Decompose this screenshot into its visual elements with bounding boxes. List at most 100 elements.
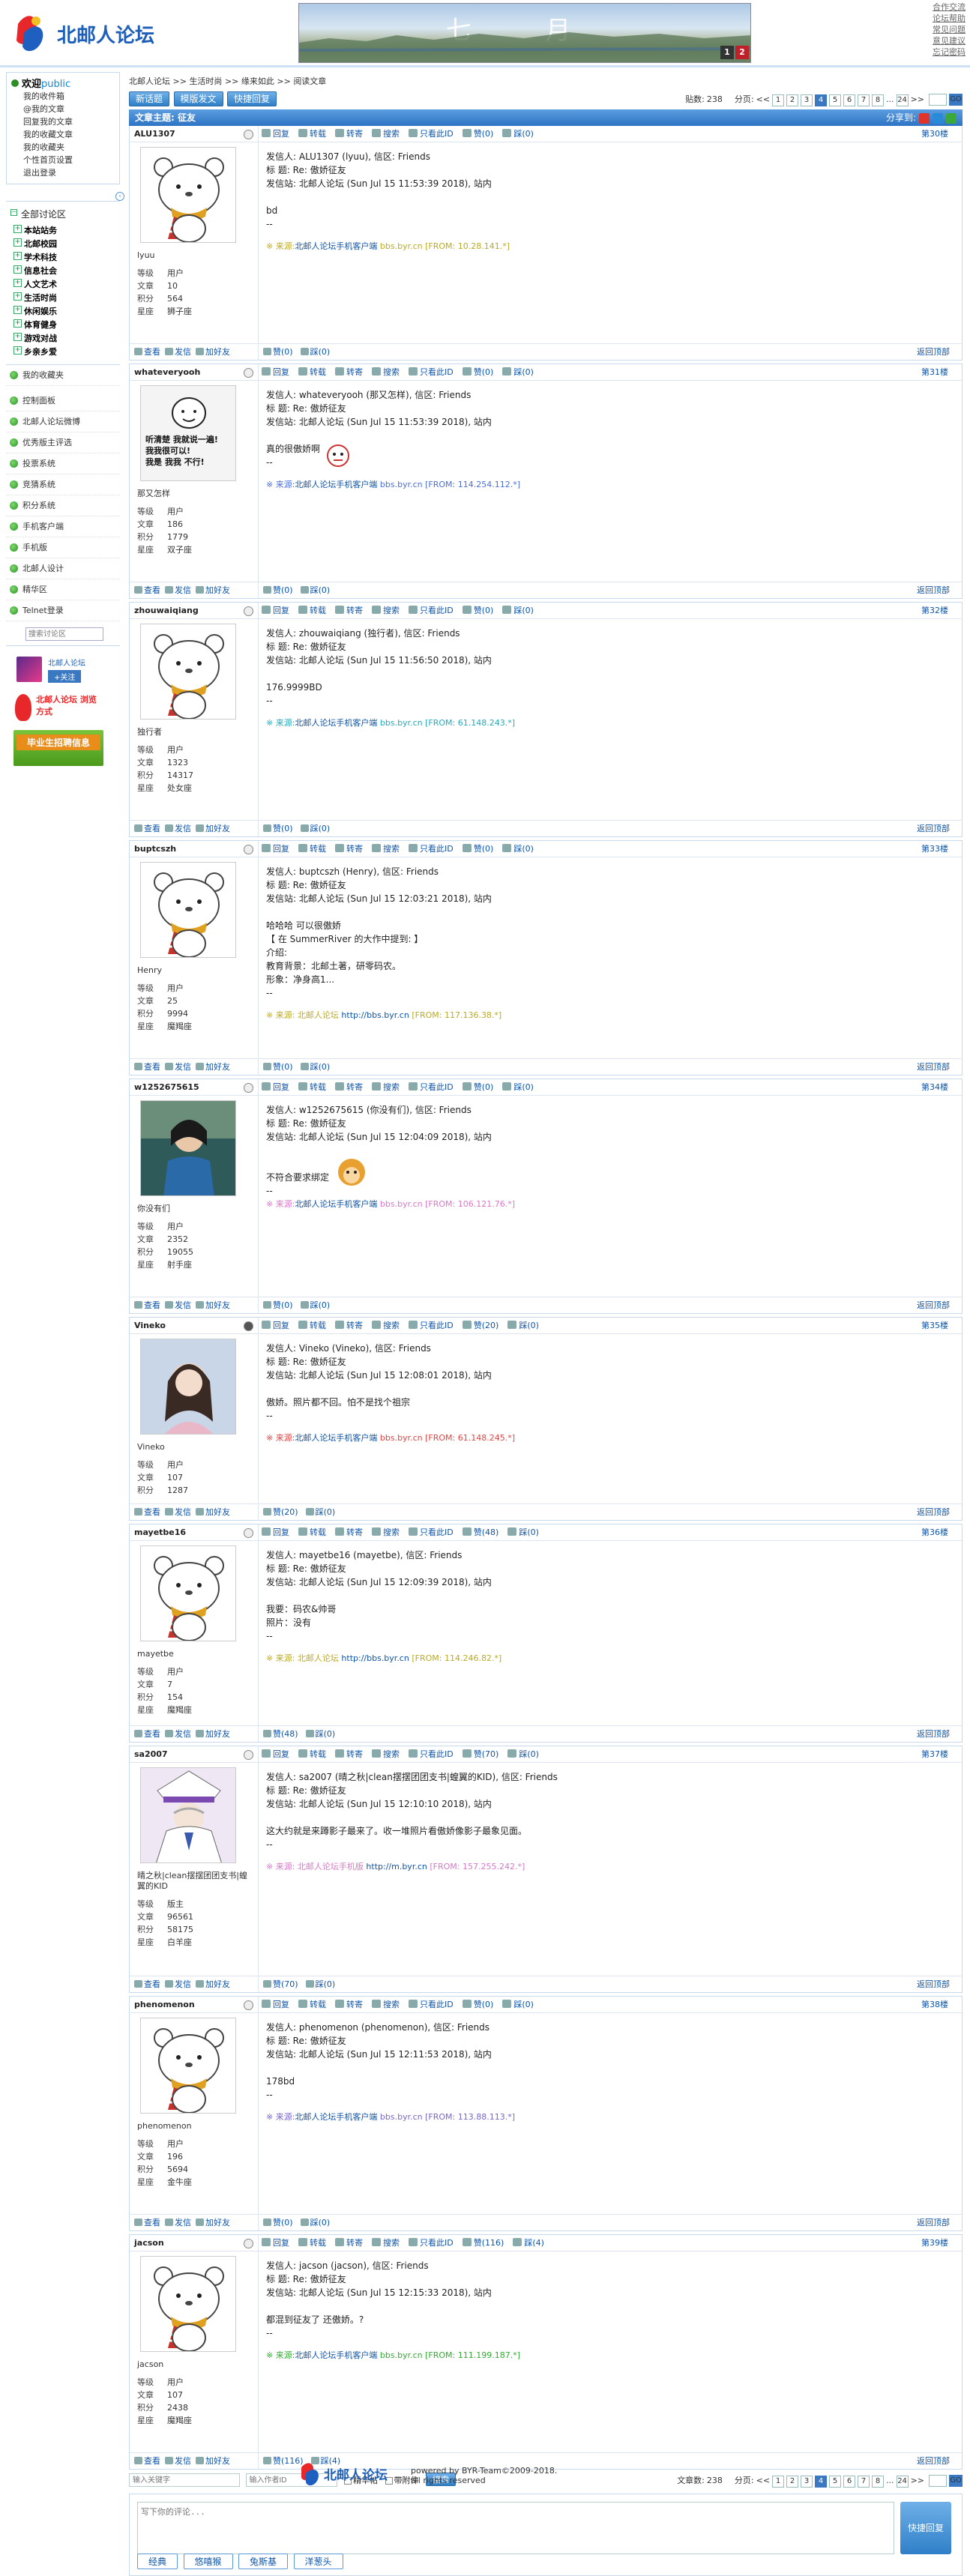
like-link[interactable]: 赞(70) — [462, 1749, 498, 1759]
avatar[interactable] — [140, 1339, 236, 1435]
pager-page[interactable]: 1 — [772, 94, 785, 106]
like-link[interactable]: 赞(20) — [263, 1507, 298, 1517]
menu-favorites[interactable]: 我的收藏夹 — [6, 365, 120, 386]
view-profile-link[interactable]: 查看 — [134, 1729, 160, 1739]
link-at-me[interactable]: @我的文章 — [11, 103, 115, 115]
pager-jump-input[interactable] — [929, 94, 947, 106]
avatar[interactable] — [140, 147, 236, 243]
dislike-link[interactable]: 踩(0) — [300, 585, 330, 595]
avatar[interactable] — [140, 624, 236, 720]
forward-link[interactable]: 转载 — [298, 1082, 326, 1092]
pager-page[interactable]: 4 — [815, 94, 828, 106]
menu-control-panel[interactable]: 控制面板 — [6, 390, 120, 411]
view-profile-link[interactable]: 查看 — [134, 347, 160, 357]
floor-number[interactable]: 第34楼 — [921, 1079, 948, 1096]
send-reply-button[interactable]: 快捷回复 — [900, 2502, 951, 2554]
transfer-link[interactable]: 转寄 — [335, 606, 363, 615]
transfer-link[interactable]: 转寄 — [335, 1321, 363, 1330]
floor-number[interactable]: 第35楼 — [921, 1318, 948, 1334]
board-life-fashion[interactable]: 生活时尚 — [10, 291, 115, 304]
dislike-link[interactable]: 踩(0) — [502, 844, 534, 854]
like-link[interactable]: 赞(0) — [263, 2218, 293, 2227]
avatar[interactable] — [140, 1100, 236, 1196]
reply-link[interactable]: 回复 — [262, 2238, 289, 2248]
like-link[interactable]: 赞(0) — [462, 844, 493, 854]
only-author-link[interactable]: 只看此ID — [409, 2238, 454, 2248]
only-author-link[interactable]: 只看此ID — [409, 1527, 454, 1537]
forward-link[interactable]: 转载 — [298, 1321, 326, 1330]
board-site-affairs[interactable]: 本站站务 — [10, 223, 115, 237]
search-link[interactable]: 搜索 — [372, 1749, 400, 1759]
weibo-follow-button[interactable]: +关注 — [48, 670, 82, 683]
transfer-link[interactable]: 转寄 — [335, 1527, 363, 1537]
forward-link[interactable]: 转载 — [298, 2000, 326, 2009]
forward-link[interactable]: 转载 — [298, 1749, 326, 1759]
back-to-top-link[interactable]: 返回顶部 — [917, 1504, 950, 1521]
toplink-forgot-password[interactable]: 忘记密码 — [933, 46, 966, 58]
add-friend-link[interactable]: 加好友 — [196, 347, 230, 357]
search-link[interactable]: 搜索 — [372, 1527, 400, 1537]
dislike-link[interactable]: 踩(0) — [502, 2000, 534, 2009]
dislike-link[interactable]: 踩(0) — [507, 1749, 539, 1759]
add-friend-link[interactable]: 加好友 — [196, 1062, 230, 1072]
emotion-classic-tab[interactable]: 经典 — [137, 2554, 178, 2569]
quick-reply-button[interactable]: 快捷回复 — [227, 91, 277, 106]
like-link[interactable]: 赞(0) — [263, 347, 293, 357]
toplink-faq[interactable]: 常见问题 — [933, 24, 966, 35]
crumb-section[interactable]: 生活时尚 — [189, 76, 222, 86]
board-academic[interactable]: 学术科技 — [10, 250, 115, 264]
source-link[interactable]: 北邮人论坛手机客户端 — [295, 241, 377, 251]
dislike-link[interactable]: 踩(0) — [300, 824, 330, 833]
dislike-link[interactable]: 踩(0) — [300, 347, 330, 357]
board-campus[interactable]: 北邮校园 — [10, 237, 115, 250]
board-info-society[interactable]: 信息社会 — [10, 264, 115, 277]
pager-prev[interactable]: << — [756, 93, 770, 106]
pager-page[interactable]: 3 — [801, 94, 813, 106]
banner-page-1[interactable]: 1 — [720, 46, 734, 59]
forward-link[interactable]: 转载 — [298, 844, 326, 854]
view-profile-link[interactable]: 查看 — [134, 2218, 160, 2227]
menu-score[interactable]: 积分系统 — [6, 495, 120, 516]
back-to-top-link[interactable]: 返回顶部 — [917, 344, 950, 361]
client-promo[interactable]: 北邮人论坛 浏览方式 — [13, 691, 103, 724]
like-link[interactable]: 赞(0) — [462, 606, 493, 615]
dislike-link[interactable]: 踩(0) — [507, 1527, 539, 1537]
post-author-id[interactable]: mayetbe16 — [130, 1524, 259, 1540]
reply-link[interactable]: 回复 — [262, 844, 289, 854]
view-profile-link[interactable]: 查看 — [134, 1300, 160, 1310]
search-link[interactable]: 搜索 — [372, 606, 400, 615]
search-link[interactable]: 搜索 — [372, 1321, 400, 1330]
like-link[interactable]: 赞(116) — [462, 2238, 504, 2248]
weibo-promo[interactable]: 北邮人论坛 +关注 — [13, 655, 103, 685]
only-author-link[interactable]: 只看此ID — [409, 129, 454, 139]
transfer-link[interactable]: 转寄 — [335, 1749, 363, 1759]
send-mail-link[interactable]: 发信 — [165, 1979, 191, 1989]
forward-link[interactable]: 转载 — [298, 129, 326, 139]
search-link[interactable]: 搜索 — [372, 2000, 400, 2009]
pager-page[interactable]: 2 — [786, 94, 799, 106]
floor-number[interactable]: 第30楼 — [921, 126, 948, 142]
dislike-link[interactable]: 踩(0) — [507, 1321, 539, 1330]
view-profile-link[interactable]: 查看 — [134, 1507, 160, 1517]
reply-textarea[interactable] — [137, 2502, 894, 2554]
search-link[interactable]: 搜索 — [372, 367, 400, 377]
menu-design[interactable]: 北邮人设计 — [6, 558, 120, 579]
emotion-rabbit-tab[interactable]: 兔斯基 — [238, 2554, 289, 2569]
site-logo[interactable]: 北邮人论坛 — [13, 10, 156, 57]
toplink-feedback[interactable]: 意见建议 — [933, 35, 966, 46]
reply-link[interactable]: 回复 — [262, 2000, 289, 2009]
dislike-link[interactable]: 踩(0) — [300, 2218, 330, 2227]
only-author-link[interactable]: 只看此ID — [409, 1749, 454, 1759]
dislike-link[interactable]: 踩(4) — [513, 2238, 544, 2248]
board-games[interactable]: 游戏对战 — [10, 331, 115, 345]
welcome-user[interactable]: public — [41, 79, 70, 90]
like-link[interactable]: 赞(0) — [263, 1062, 293, 1072]
avatar[interactable] — [140, 1767, 236, 1863]
reply-link[interactable]: 回复 — [262, 1321, 289, 1330]
view-profile-link[interactable]: 查看 — [134, 824, 160, 833]
like-link[interactable]: 赞(0) — [462, 129, 493, 139]
dislike-link[interactable]: 踩(0) — [502, 606, 534, 615]
search-link[interactable]: 搜索 — [372, 2238, 400, 2248]
like-link[interactable]: 赞(20) — [462, 1321, 498, 1330]
header-banner[interactable]: 七 月 1 2 — [298, 3, 751, 63]
